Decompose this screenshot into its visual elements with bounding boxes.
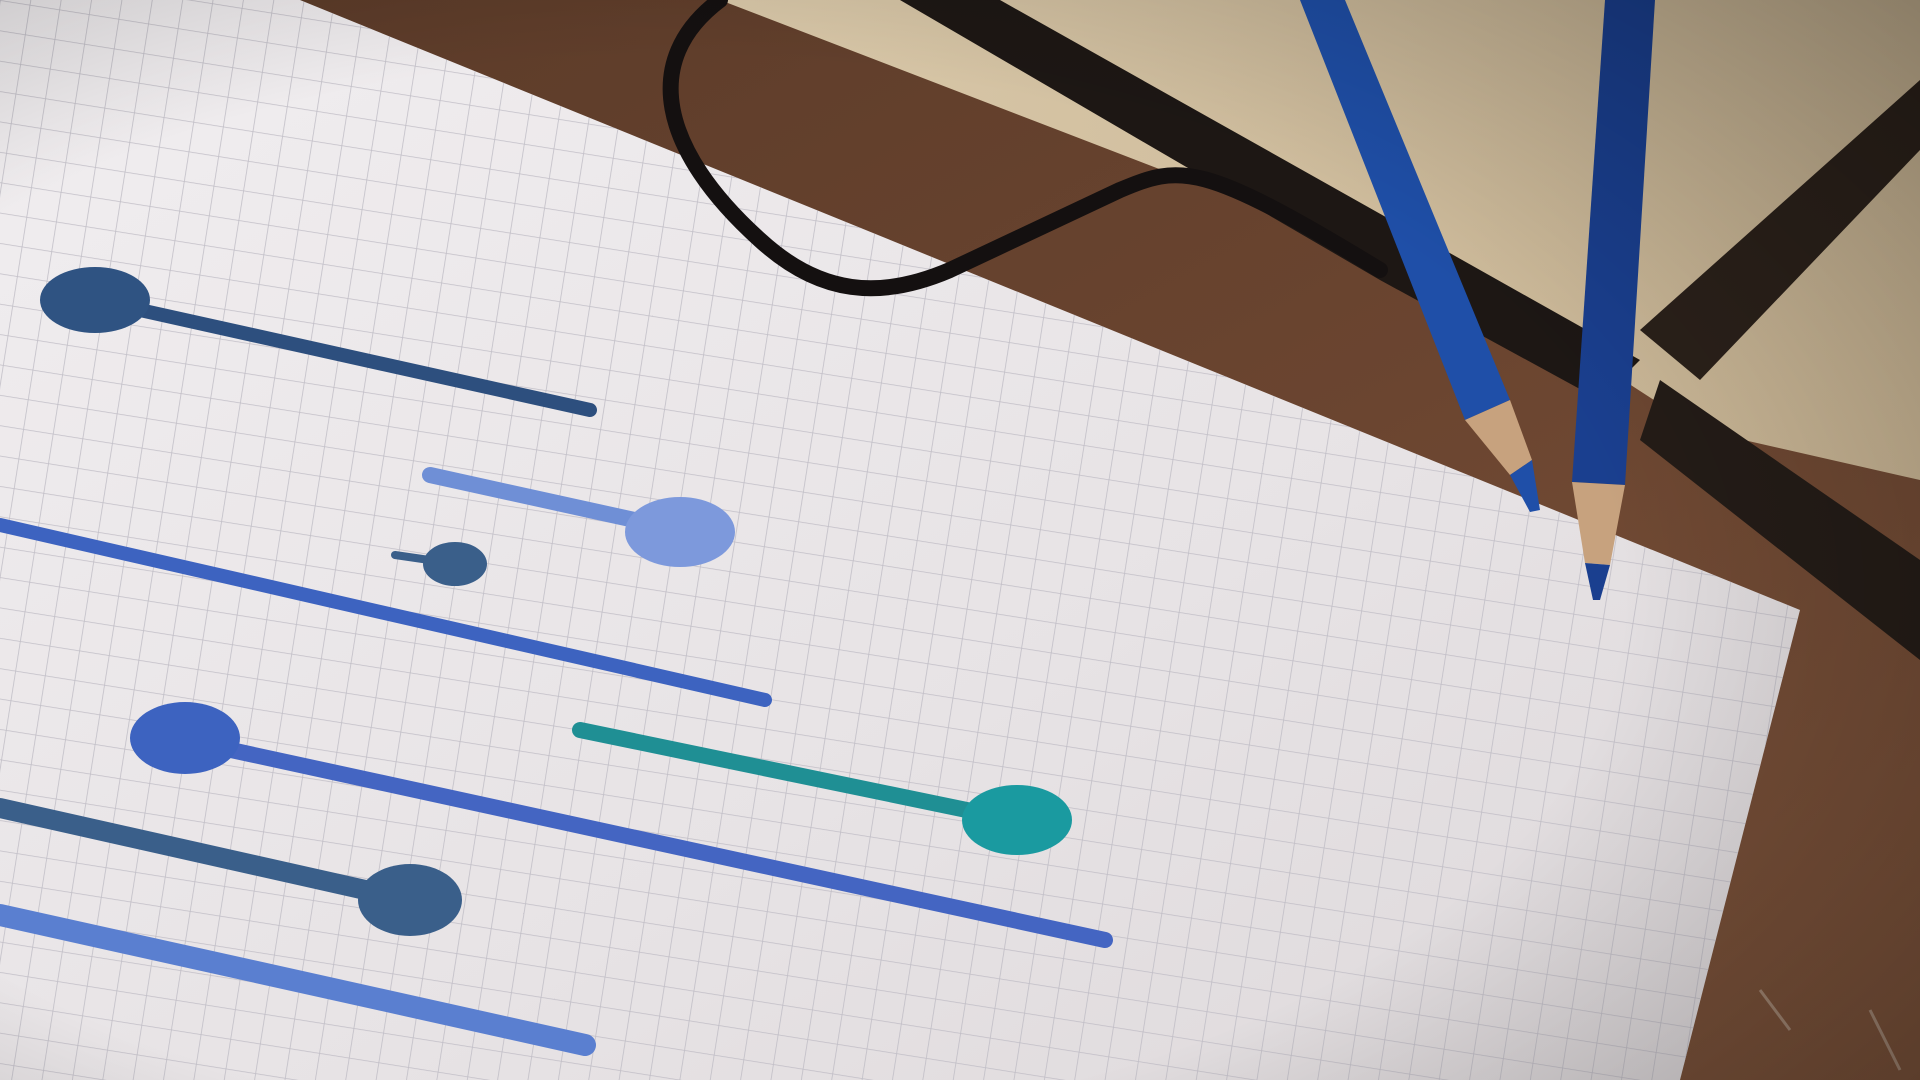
lighting-vignette	[0, 0, 1920, 1080]
photo-scene	[0, 0, 1920, 1080]
